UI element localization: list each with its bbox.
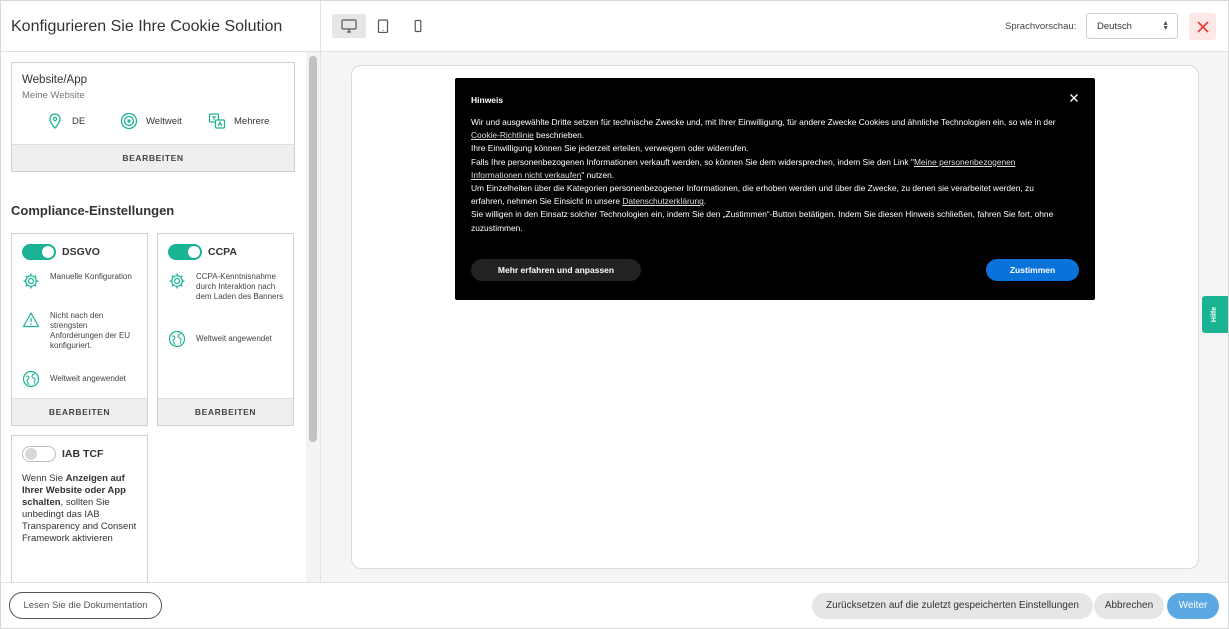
languages-meta: Mehrere	[208, 112, 269, 130]
ccpa-feature-scope: Weltweit angewendet	[168, 330, 286, 348]
preview-toolbar: Sprachvorschau: Deutsch ▲ ▼	[321, 1, 1228, 52]
ccpa-feature-notice: CCPA-Kenntnisnahme durch Interaktion nac…	[168, 272, 286, 302]
gdpr-card: DSGVO Manuelle Konfiguration Nicht nach …	[11, 233, 148, 426]
tablet-preview-button[interactable]	[366, 14, 400, 38]
gdpr-toggle[interactable]	[22, 244, 56, 260]
iab-toggle-row: IAB TCF	[22, 446, 103, 462]
banner-p3-text: Falls Ihre personenbezogenen Information…	[471, 156, 914, 167]
privacy-policy-link[interactable]: Datenschutzerklärung	[622, 196, 703, 206]
desktop-icon	[341, 19, 357, 33]
translate-icon	[208, 113, 226, 129]
website-card: Website/App Meine Website DE Weltweit Me…	[11, 62, 295, 172]
ccpa-card: CCPA CCPA-Kenntnisnahme durch Interaktio…	[157, 233, 294, 426]
close-icon	[1196, 20, 1209, 33]
warning-icon	[22, 312, 40, 328]
globe-icon	[22, 370, 40, 388]
accept-button[interactable]: Zustimmen	[986, 259, 1079, 281]
gdpr-label: DSGVO	[62, 246, 100, 258]
website-edit-button[interactable]: BEARBEITEN	[12, 144, 294, 171]
gdpr-feature-scope: Weltweit angewendet	[22, 370, 140, 388]
iab-text-pre: Wenn Sie	[22, 473, 66, 484]
gdpr-toggle-row: DSGVO	[22, 244, 100, 260]
banner-text: Wir und ausgewählte Dritte setzen für te…	[471, 116, 1061, 235]
mobile-preview-button[interactable]	[401, 14, 435, 38]
banner-title: Hinweis	[471, 95, 504, 105]
language-preview-label: Sprachvorschau:	[1005, 21, 1077, 32]
ccpa-label: CCPA	[208, 246, 237, 258]
banner-p5-text: Sie willigen in den Einsatz solcher Tech…	[471, 209, 1054, 233]
globe-icon	[168, 330, 186, 348]
language-select-value: Deutsch	[1097, 21, 1132, 32]
target-icon	[120, 112, 138, 130]
gdpr-feature-config: Manuelle Konfiguration	[22, 272, 140, 290]
iab-tcf-label: IAB TCF	[62, 448, 104, 460]
website-card-title: Website/App	[22, 74, 87, 86]
website-card-subtitle: Meine Website	[22, 90, 85, 101]
ccpa-toggle-row: CCPA	[168, 244, 237, 260]
gdpr-feature-config-text: Manuelle Konfiguration	[50, 272, 132, 281]
gdpr-edit-button[interactable]: BEARBEITEN	[12, 398, 147, 425]
tablet-icon	[377, 19, 389, 33]
gdpr-feature-warning: Nicht nach den strengsten Anforderungen …	[22, 311, 140, 351]
select-caret-icon: ▲ ▼	[1162, 20, 1169, 32]
cookie-banner-preview: Hinweis Wir und ausgewählte Dritte setze…	[455, 78, 1095, 300]
banner-p1-end: beschrieben.	[533, 130, 585, 141]
banner-p2-text: Ihre Einwilligung können Sie jederzeit e…	[471, 143, 749, 154]
mobile-icon	[414, 19, 422, 33]
cancel-button[interactable]: Abbrechen	[1094, 593, 1164, 619]
ccpa-feature-notice-text: CCPA-Kenntnisnahme durch Interaktion nac…	[196, 272, 284, 301]
left-scrollbar-thumb[interactable]	[309, 56, 317, 442]
documentation-button[interactable]: Lesen Sie die Dokumentation	[9, 592, 162, 619]
gear-icon	[169, 273, 185, 289]
learn-more-button[interactable]: Mehr erfahren und anpassen	[471, 259, 641, 281]
location-pin-icon	[49, 113, 61, 129]
left-panel: Konfigurieren Sie Ihre Cookie Solution W…	[1, 1, 321, 582]
banner-p4-end: .	[703, 196, 707, 207]
desktop-preview-button[interactable]	[332, 14, 366, 38]
gear-icon	[23, 273, 39, 289]
ccpa-feature-scope-text: Weltweit angewendet	[196, 334, 272, 343]
cookie-solution-configurator: Konfigurieren Sie Ihre Cookie Solution W…	[0, 0, 1229, 629]
banner-p4-text: Um Einzelheiten über die Kategorien pers…	[471, 183, 1034, 207]
left-header: Konfigurieren Sie Ihre Cookie Solution	[1, 1, 320, 52]
ccpa-toggle[interactable]	[168, 244, 202, 260]
compliance-section-title: Compliance-Einstellungen	[11, 203, 175, 218]
gdpr-feature-scope-text: Weltweit angewendet	[50, 374, 126, 383]
ccpa-edit-button[interactable]: BEARBEITEN	[158, 398, 293, 425]
close-configurator-button[interactable]	[1189, 13, 1216, 40]
gdpr-feature-warning-text: Nicht nach den strengsten Anforderungen …	[50, 311, 131, 350]
banner-p1-text: Wir und ausgewählte Dritte setzen für te…	[471, 117, 1056, 127]
reset-button[interactable]: Zurücksetzen auf die zuletzt gespeichert…	[812, 593, 1093, 619]
bottom-action-bar: Lesen Sie die Dokumentation Zurücksetzen…	[1, 582, 1228, 628]
scope-meta: Weltweit	[120, 112, 182, 130]
page-title: Konfigurieren Sie Ihre Cookie Solution	[11, 18, 283, 35]
iab-tcf-card: IAB TCF Wenn Sie Anzeigen auf Ihrer Webs…	[11, 435, 148, 582]
banner-p3-end: " nutzen.	[581, 169, 615, 180]
left-scrollbar[interactable]	[306, 52, 320, 582]
help-tab[interactable]: Hilfe	[1202, 296, 1228, 333]
help-tab-label: Hilfe	[1211, 306, 1219, 323]
location-value: DE	[72, 115, 86, 127]
iab-tcf-toggle[interactable]	[22, 446, 56, 462]
scope-value: Weltweit	[146, 115, 182, 127]
banner-close-icon[interactable]	[1069, 93, 1079, 103]
next-button[interactable]: Weiter	[1167, 593, 1219, 619]
location-meta: DE	[46, 112, 85, 130]
settings-scroll-area[interactable]: Website/App Meine Website DE Weltweit Me…	[1, 52, 305, 582]
language-select[interactable]: Deutsch ▲ ▼	[1086, 13, 1178, 39]
iab-tcf-description: Wenn Sie Anzeigen auf Ihrer Website oder…	[22, 473, 138, 545]
cookie-policy-link[interactable]: Cookie-Richtlinie	[471, 130, 534, 140]
languages-value: Mehrere	[234, 115, 270, 127]
